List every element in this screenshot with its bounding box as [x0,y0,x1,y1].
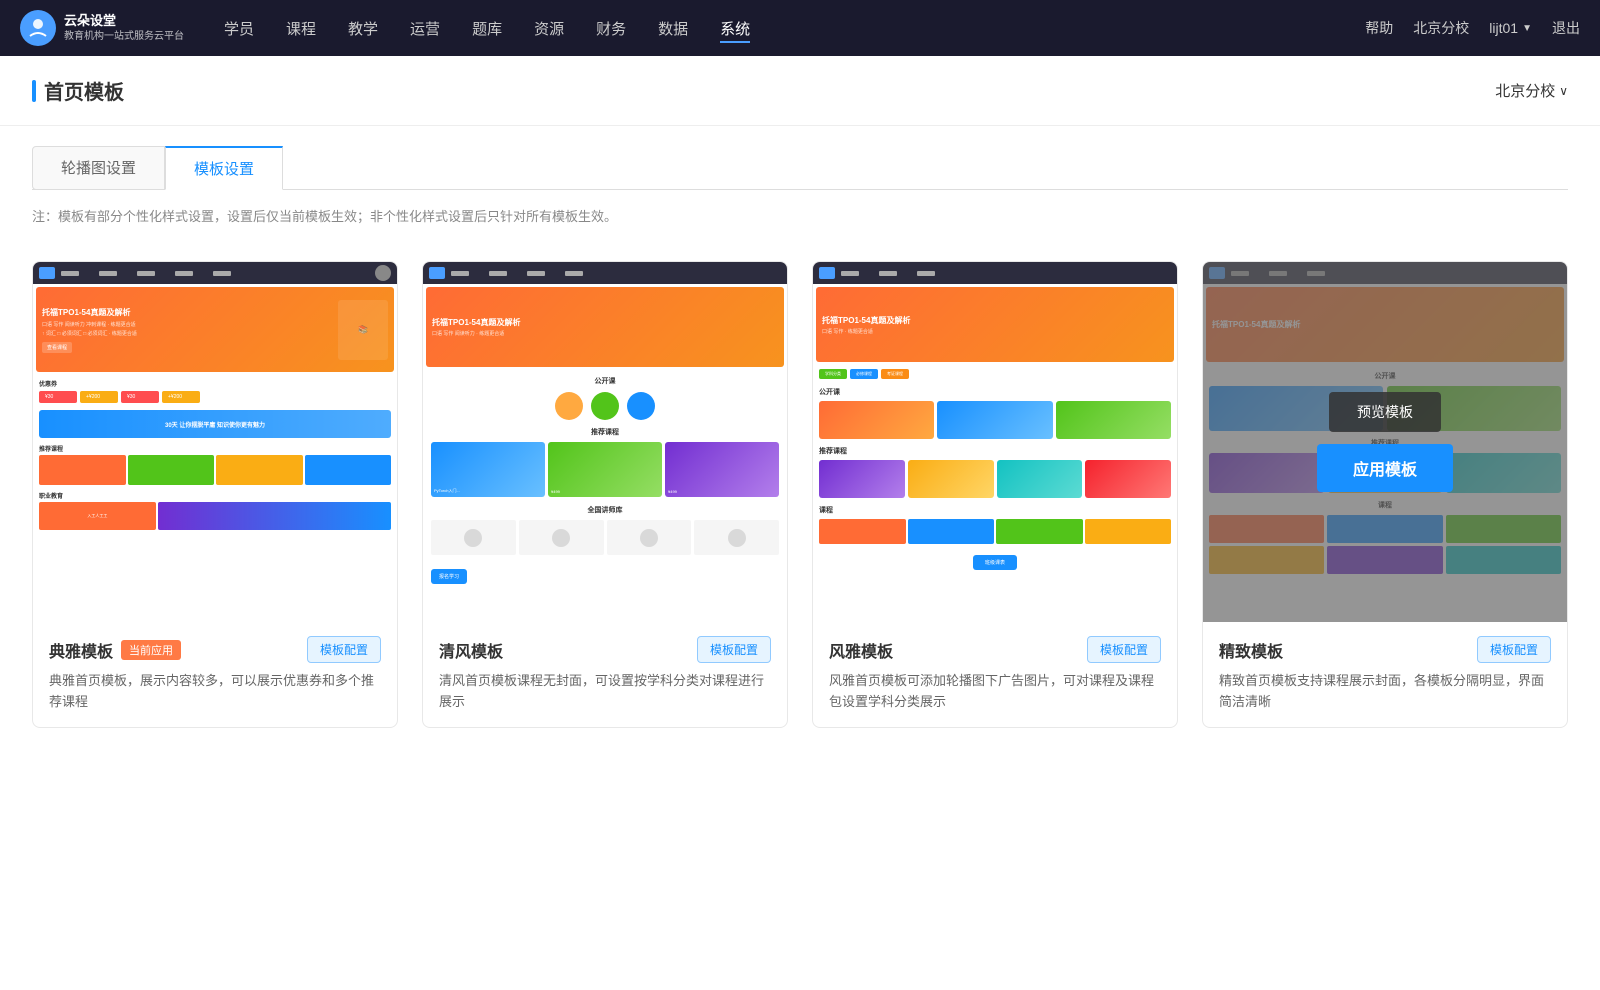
template-info-2: 清风模板 模板配置 清风首页模板课程无封面，可设置按学科分类对课程进行展示 [423,622,787,727]
nav-item-system[interactable]: 系统 [720,14,750,43]
note-text: 注：模板有部分个性化样式设置，设置后仅当前模板生效；非个性化样式设置后只针对所有… [0,190,1600,241]
template-preview-1: 托福TPO1-54真题及解析 口语 写作 阅读听力 冲刺课程 · 练题更合适 ↑… [33,262,397,622]
template-name-1: 典雅模板 [49,638,113,662]
nav-school[interactable]: 北京分校 [1413,18,1469,38]
tabs: 轮播图设置 模板设置 [32,146,1568,190]
template-card-qingfeng[interactable]: 托福TPO1-54真题及解析 口语 写作 阅读听力 · 练题更合适 公开课 推荐… [422,261,788,728]
btn-preview-template[interactable]: 预览模板 [1329,392,1441,432]
template-desc-4: 精致首页模板支持课程展示封面，各模板分隔明显，界面简洁清晰 [1219,671,1551,713]
template-preview-4: 托福TPO1-54真题及解析 公开课 推荐课程 课程 [1203,262,1567,622]
logo[interactable]: 云朵设堂 教育机构一站式服务云平台 [20,10,184,46]
template-preview-2: 托福TPO1-54真题及解析 口语 写作 阅读听力 · 练题更合适 公开课 推荐… [423,262,787,622]
nav-item-operations[interactable]: 运营 [410,14,440,43]
template-name-row-1: 典雅模板 当前应用 模板配置 [49,636,381,663]
page-title: 首页模板 [32,76,124,105]
nav-item-students[interactable]: 学员 [224,14,254,43]
template-name-4: 精致模板 [1219,638,1283,662]
logo-text: 云朵设堂 教育机构一站式服务云平台 [64,13,184,43]
btn-config-1[interactable]: 模板配置 [307,636,381,663]
nav-help[interactable]: 帮助 [1365,18,1393,38]
nav-item-questions[interactable]: 题库 [472,14,502,43]
template-overlay: 预览模板 应用模板 [1203,262,1567,622]
nav-item-data[interactable]: 数据 [658,14,688,43]
template-name-row-2: 清风模板 模板配置 [439,636,771,663]
template-info-4: 精致模板 模板配置 精致首页模板支持课程展示封面，各模板分隔明显，界面简洁清晰 [1203,622,1567,727]
template-card-diangy[interactable]: 托福TPO1-54真题及解析 口语 写作 阅读听力 冲刺课程 · 练题更合适 ↑… [32,261,398,728]
btn-config-2[interactable]: 模板配置 [697,636,771,663]
nav-logout[interactable]: 退出 [1552,18,1580,38]
btn-config-4[interactable]: 模板配置 [1477,636,1551,663]
navbar: 云朵设堂 教育机构一站式服务云平台 学员 课程 教学 运营 题库 资源 财务 数… [0,0,1600,56]
template-card-fengya[interactable]: 托福TPO1-54真题及解析 口语 写作 · 练题更合适 学科分类 必修课程 考… [812,261,1178,728]
template-desc-2: 清风首页模板课程无封面，可设置按学科分类对课程进行展示 [439,671,771,713]
tabs-container: 轮播图设置 模板设置 [0,126,1600,190]
templates-grid: 托福TPO1-54真题及解析 口语 写作 阅读听力 冲刺课程 · 练题更合适 ↑… [0,241,1600,768]
badge-current: 当前应用 [121,640,181,660]
nav-user[interactable]: lijt01 [1489,20,1532,36]
template-name-row-4: 精致模板 模板配置 [1219,636,1551,663]
page-header: 首页模板 北京分校 [0,56,1600,126]
btn-config-3[interactable]: 模板配置 [1087,636,1161,663]
tab-template[interactable]: 模板设置 [165,146,283,190]
template-desc-1: 典雅首页模板，展示内容较多，可以展示优惠券和多个推荐课程 [49,671,381,713]
template-name-row-3: 风雅模板 模板配置 [829,636,1161,663]
template-info-1: 典雅模板 当前应用 模板配置 典雅首页模板，展示内容较多，可以展示优惠券和多个推… [33,622,397,727]
school-selector[interactable]: 北京分校 [1495,80,1568,101]
main-content: 首页模板 北京分校 轮播图设置 模板设置 注：模板有部分个性化样式设置，设置后仅… [0,56,1600,990]
template-name-2: 清风模板 [439,638,503,662]
nav-item-teaching[interactable]: 教学 [348,14,378,43]
template-card-jingzhi[interactable]: 托福TPO1-54真题及解析 公开课 推荐课程 课程 [1202,261,1568,728]
nav-item-courses[interactable]: 课程 [286,14,316,43]
template-info-3: 风雅模板 模板配置 风雅首页模板可添加轮播图下广告图片，可对课程及课程包设置学科… [813,622,1177,727]
nav-item-finance[interactable]: 财务 [596,14,626,43]
tab-carousel[interactable]: 轮播图设置 [32,146,165,190]
template-desc-3: 风雅首页模板可添加轮播图下广告图片，可对课程及课程包设置学科分类展示 [829,671,1161,713]
nav-right: 帮助 北京分校 lijt01 退出 [1365,18,1580,38]
template-preview-3: 托福TPO1-54真题及解析 口语 写作 · 练题更合适 学科分类 必修课程 考… [813,262,1177,622]
logo-icon [20,10,56,46]
nav-item-resources[interactable]: 资源 [534,14,564,43]
btn-apply-template[interactable]: 应用模板 [1317,444,1453,492]
template-name-3: 风雅模板 [829,638,893,662]
nav-menu: 学员 课程 教学 运营 题库 资源 财务 数据 系统 [224,14,1365,43]
